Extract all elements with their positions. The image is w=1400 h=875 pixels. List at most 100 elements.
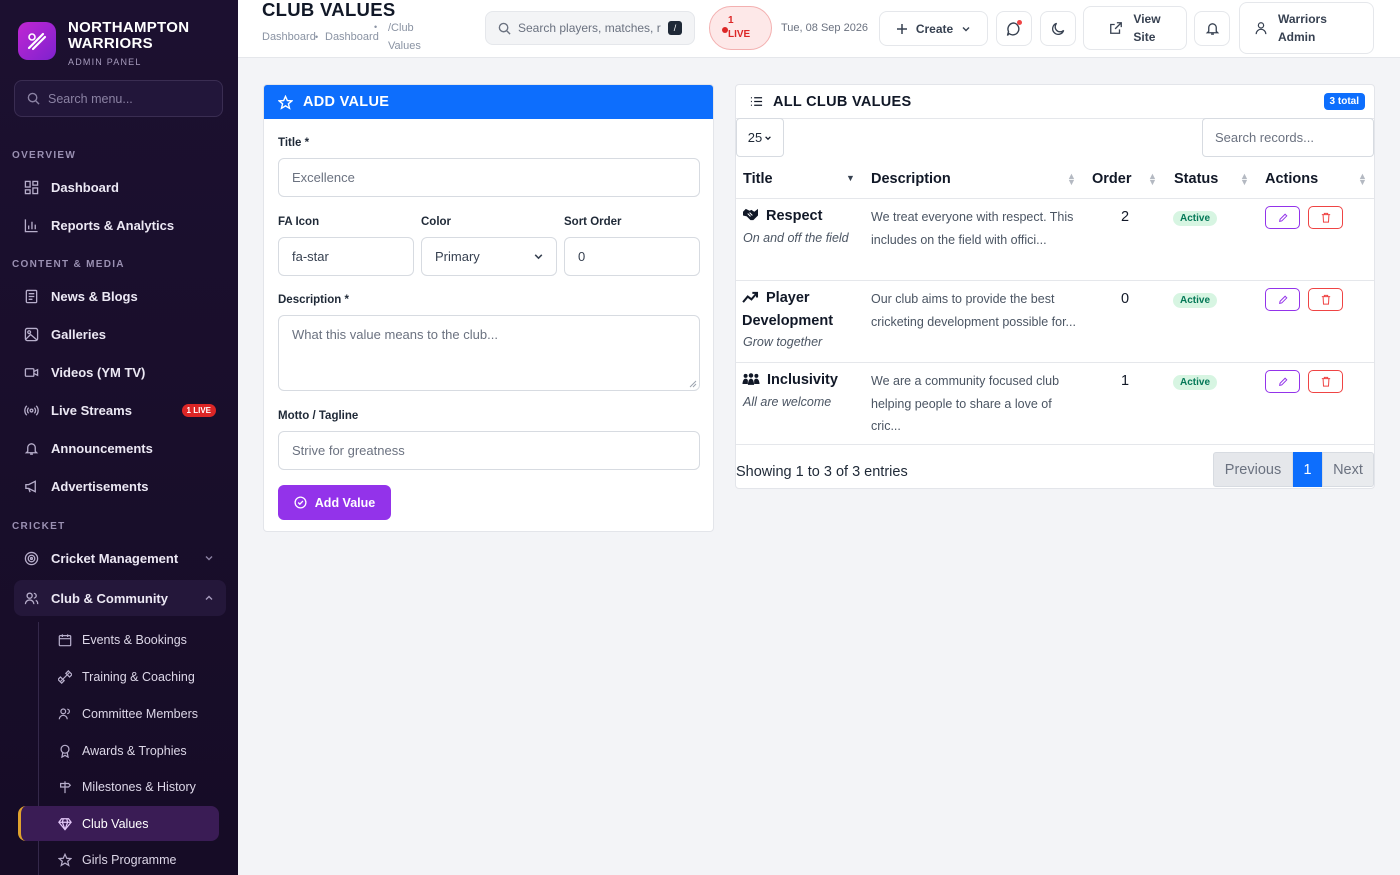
page-length-select[interactable]: 25: [736, 118, 784, 157]
table-header-bar: ALL CLUB VALUES: [736, 85, 1374, 119]
sidebar-item-girls-programme[interactable]: Girls Programme: [58, 846, 176, 874]
description-textarea[interactable]: What this value means to the club...: [278, 315, 700, 391]
sidebar-item-events[interactable]: Events & Bookings: [58, 626, 187, 654]
sidebar-item-label: Advertisements: [51, 478, 149, 494]
live-count-badge: 1 LIVE: [181, 403, 216, 417]
breadcrumb-values: Values: [388, 40, 421, 52]
edit-button[interactable]: [1265, 288, 1300, 311]
sidebar-item-videos[interactable]: Videos (YM TV): [14, 356, 226, 388]
image-icon: [24, 327, 39, 341]
sidebar-item-milestones[interactable]: Milestones & History: [58, 773, 196, 801]
main-content: ADD VALUE Title * Excellence FA Icon fa-…: [238, 58, 1400, 875]
table-title: ALL CLUB VALUES: [773, 93, 912, 110]
sidebar-item-reports[interactable]: Reports & Analytics: [14, 209, 226, 241]
sidebar-item-training[interactable]: Training & Coaching: [58, 663, 195, 691]
table-search-input[interactable]: Search records...: [1202, 118, 1374, 157]
sidebar-item-label: Training & Coaching: [82, 670, 195, 684]
notifications-button[interactable]: [1194, 11, 1230, 46]
sidebar-item-committee[interactable]: Committee Members: [58, 700, 198, 728]
previous-page-button[interactable]: Previous: [1213, 452, 1293, 487]
column-header-title[interactable]: Title: [743, 171, 773, 187]
check-circle-icon: [294, 496, 307, 509]
sidebar-item-club-community[interactable]: Club & Community: [14, 580, 226, 616]
global-search-input[interactable]: Search players, matches, r /: [485, 11, 695, 45]
row-description: Our club aims to provide the best cricke…: [871, 292, 1076, 329]
sidebar-item-cricket-management[interactable]: Cricket Management: [14, 542, 226, 574]
color-label: Color: [421, 216, 452, 228]
sidebar-item-label: Committee Members: [82, 707, 198, 721]
club-values-table-card: ALL CLUB VALUES 3 total 25 Search record…: [735, 84, 1375, 489]
sidebar-item-awards[interactable]: Awards & Trophies: [58, 737, 187, 765]
sidebar-item-dashboard[interactable]: Dashboard: [14, 171, 226, 203]
page-title: CLUB VALUES: [262, 0, 396, 20]
sort-icon[interactable]: ▲ ▼: [1148, 172, 1157, 187]
calendar-icon: [58, 634, 72, 647]
add-value-title: ADD VALUE: [303, 94, 390, 110]
row-motto: On and off the field: [743, 231, 849, 245]
user-menu-button[interactable]: Warriors Admin: [1239, 2, 1374, 54]
edit-button[interactable]: [1265, 370, 1300, 393]
delete-button[interactable]: [1308, 370, 1343, 393]
sidebar-item-announcements[interactable]: Announcements: [14, 432, 226, 464]
add-value-button[interactable]: Add Value: [278, 485, 391, 520]
brand[interactable]: NORTHAMPTON WARRIORS ADMIN PANEL: [18, 20, 189, 67]
title-input[interactable]: Excellence: [278, 158, 700, 197]
row-motto: Grow together: [743, 335, 823, 349]
live-dot-icon: [722, 27, 728, 33]
breadcrumb-separator: •: [315, 32, 319, 42]
sort-icon[interactable]: ▲ ▼: [1067, 172, 1076, 187]
icon-input[interactable]: fa-star: [278, 237, 414, 276]
column-header-description[interactable]: Description: [871, 171, 951, 187]
plus-icon: [896, 23, 907, 34]
chevron-up-icon: [205, 595, 213, 600]
sidebar-item-club-values[interactable]: Club Values: [18, 806, 219, 841]
column-header-status[interactable]: Status: [1174, 171, 1218, 187]
club-logo: [18, 22, 56, 60]
sort-order-input[interactable]: 0: [564, 237, 700, 276]
row-divider: [736, 362, 1374, 363]
breadcrumb-dashboard[interactable]: Dashboard: [262, 31, 316, 43]
motto-input[interactable]: Strive for greatness: [278, 431, 700, 470]
column-header-actions[interactable]: Actions: [1265, 171, 1318, 187]
row-order: 1: [1121, 373, 1130, 389]
page-number-button[interactable]: 1: [1293, 452, 1322, 487]
sidebar-search-input[interactable]: Search menu...: [14, 80, 223, 117]
video-icon: [24, 367, 39, 377]
sidebar-item-galleries[interactable]: Galleries: [14, 318, 226, 350]
trash-icon: [1321, 294, 1330, 305]
chat-button[interactable]: [996, 11, 1032, 46]
user-name-line1: Warriors: [1278, 12, 1327, 26]
sort-icon[interactable]: ▲ ▼: [1358, 172, 1367, 187]
sidebar-item-news[interactable]: News & Blogs: [14, 280, 226, 312]
breadcrumb-dashboard-2[interactable]: Dashboard: [325, 31, 379, 43]
edit-button[interactable]: [1265, 206, 1300, 229]
row-divider: [736, 444, 1374, 445]
sort-desc-icon[interactable]: ▼: [846, 174, 855, 183]
color-select[interactable]: Primary: [421, 237, 557, 276]
row-divider: [736, 280, 1374, 281]
star-icon: [278, 94, 293, 110]
section-overview: OVERVIEW: [12, 150, 77, 161]
view-site-button[interactable]: View Site: [1083, 6, 1187, 50]
delete-button[interactable]: [1308, 288, 1343, 311]
resize-handle-icon[interactable]: [689, 380, 697, 388]
status-badge: Active: [1173, 293, 1218, 308]
live-indicator[interactable]: 1 LIVE: [709, 6, 772, 50]
sidebar-item-live-streams[interactable]: Live Streams 1 LIVE: [14, 394, 226, 426]
row-title: Inclusivity: [742, 369, 838, 392]
user-name-line2: Admin: [1278, 30, 1316, 44]
sidebar-item-label: Announcements: [51, 440, 153, 456]
sidebar-item-advertisements[interactable]: Advertisements: [14, 470, 226, 502]
sort-icon[interactable]: ▲ ▼: [1240, 172, 1249, 187]
people-group-icon: [742, 373, 760, 385]
sort-order-label: Sort Order: [564, 216, 622, 228]
delete-button[interactable]: [1308, 206, 1343, 229]
next-page-button[interactable]: Next: [1322, 452, 1374, 487]
theme-toggle-button[interactable]: [1040, 11, 1076, 46]
total-count-badge: 3 total: [1323, 93, 1365, 110]
dumbbell-icon: [58, 670, 72, 684]
chevron-down-icon: [765, 135, 772, 140]
color-select-value: Primary: [435, 249, 480, 264]
create-button[interactable]: Create: [879, 11, 988, 46]
column-header-order[interactable]: Order: [1092, 171, 1132, 187]
